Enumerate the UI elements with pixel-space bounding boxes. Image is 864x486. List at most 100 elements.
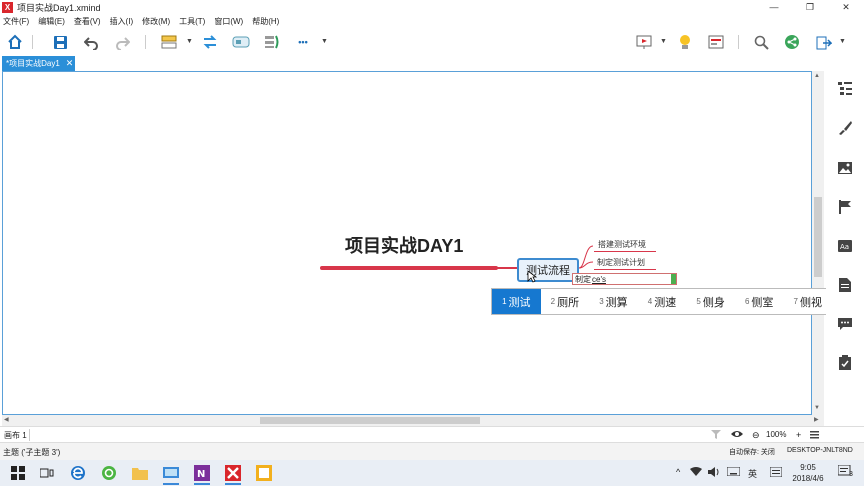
subtopic-test-plan[interactable]: 制定测试计划	[597, 257, 645, 268]
clock-date: 2018/4/6	[792, 474, 824, 483]
toolbar-separator	[738, 35, 739, 49]
360-browser-icon[interactable]	[99, 463, 119, 483]
undo-icon[interactable]	[81, 32, 101, 52]
zoom-level: 100%	[766, 430, 787, 439]
menu-window[interactable]: 窗口(W)	[214, 16, 243, 27]
toolbar-separator	[32, 35, 33, 49]
tab-project-day1[interactable]: *项目实战Day1 ✕	[2, 56, 75, 71]
ime-candidate-3[interactable]: 3 测算	[589, 289, 638, 314]
home-icon[interactable]	[5, 32, 25, 52]
tray-overflow-icon[interactable]: ^	[676, 467, 680, 477]
onenote-icon[interactable]: N	[192, 463, 212, 485]
tab-close-icon[interactable]: ✕	[66, 58, 74, 69]
zoom-in-button[interactable]: +	[796, 430, 801, 440]
sheet-bar: 画布 1 ⊖ 100% +	[0, 426, 864, 442]
idea-bulb-icon[interactable]	[675, 32, 695, 52]
sheet-tab[interactable]: 画布 1	[4, 430, 27, 441]
presentation-icon[interactable]	[634, 32, 654, 52]
ime-candidate-6[interactable]: 6 侧室	[735, 289, 784, 314]
menu-modify[interactable]: 修改(M)	[142, 16, 170, 27]
window-controls: — ❐ ✕	[756, 0, 864, 14]
status-selection: 主题 ('子主题 3')	[3, 448, 61, 457]
menu-bar: 文件(F) 编辑(E) 查看(V) 插入(I) 修改(M) 工具(T) 窗口(W…	[0, 14, 864, 28]
export-icon[interactable]	[814, 32, 834, 52]
wifi-icon[interactable]	[690, 467, 702, 479]
minimize-button[interactable]: —	[756, 0, 792, 14]
menu-file[interactable]: 文件(F)	[3, 16, 29, 27]
toolbar-separator	[145, 35, 146, 49]
clock-time: 9:05	[800, 463, 816, 472]
ime-candidate-4[interactable]: 4 测速	[638, 289, 687, 314]
layout-icon[interactable]	[706, 32, 726, 52]
topic-style-icon[interactable]	[159, 32, 179, 52]
image-icon[interactable]	[836, 159, 854, 177]
ime-candidate-5[interactable]: 5 侧身	[686, 289, 735, 314]
xmind-logo-icon: X	[2, 1, 13, 13]
menu-view[interactable]: 查看(V)	[74, 16, 101, 27]
scroll-left-icon[interactable]: ◀	[4, 416, 9, 423]
menu-tools[interactable]: 工具(T)	[179, 16, 205, 27]
share-icon[interactable]	[782, 32, 802, 52]
close-button[interactable]: ✕	[828, 0, 864, 14]
export-dropdown-icon[interactable]: ▼	[839, 38, 846, 45]
redo-icon[interactable]	[112, 32, 132, 52]
relationship-icon[interactable]	[200, 32, 220, 52]
svg-text:N: N	[197, 469, 205, 480]
keyboard-icon[interactable]	[726, 466, 741, 478]
subtopic-underline	[594, 269, 656, 270]
notes-icon[interactable]	[836, 276, 854, 294]
save-icon[interactable]	[50, 32, 70, 52]
mouse-cursor-icon	[527, 270, 537, 283]
screen-tool-icon[interactable]	[161, 463, 181, 485]
view-eye-icon[interactable]	[731, 430, 743, 440]
vertical-scroll-thumb[interactable]	[814, 197, 822, 277]
more-icon[interactable]: •••	[293, 32, 313, 52]
horizontal-scrollbar[interactable]: ◀ ▶	[2, 415, 824, 426]
ime-language-indicator[interactable]: 英	[748, 467, 757, 480]
ime-candidate-1[interactable]: 1 测试	[492, 289, 541, 314]
windows-start-icon[interactable]	[8, 463, 28, 483]
scroll-down-icon[interactable]: ▼	[814, 405, 820, 411]
comments-icon[interactable]	[836, 315, 854, 333]
speaker-icon[interactable]	[708, 467, 720, 479]
summary-icon[interactable]	[262, 32, 282, 52]
restore-button[interactable]: ❐	[792, 0, 828, 14]
fit-menu-icon[interactable]	[810, 430, 819, 441]
notification-center-icon[interactable]: 3	[837, 464, 854, 481]
title-bar: X 项目实战Day1.xmind — ❐ ✕	[0, 0, 864, 14]
edit-resize-handle[interactable]	[671, 274, 676, 284]
notes-app-icon[interactable]	[254, 463, 274, 483]
boundary-icon[interactable]	[231, 32, 251, 52]
horizontal-scroll-thumb[interactable]	[260, 417, 480, 424]
presentation-dropdown-icon[interactable]: ▼	[660, 38, 667, 45]
menu-help[interactable]: 帮助(H)	[252, 16, 279, 27]
more-dropdown-icon[interactable]: ▼	[321, 38, 328, 45]
subtopic-setup-env[interactable]: 搭建测试环境	[598, 239, 646, 250]
ime-mode-icon[interactable]	[769, 466, 783, 479]
scroll-up-icon[interactable]: ▲	[814, 73, 820, 79]
menu-insert[interactable]: 插入(I)	[110, 16, 134, 27]
ime-candidate-2[interactable]: 2 厕所	[541, 289, 590, 314]
format-brush-icon[interactable]	[836, 119, 854, 137]
vertical-scrollbar[interactable]: ▲ ▼	[812, 71, 824, 415]
search-icon[interactable]	[751, 32, 771, 52]
topic-edit-input[interactable]: 制定 ce's	[572, 273, 677, 285]
system-clock[interactable]: 9:05 2018/4/6	[790, 462, 826, 484]
scroll-right-icon[interactable]: ▶	[814, 416, 819, 423]
ime-candidate-7[interactable]: 7 侧视	[783, 289, 832, 314]
status-autosave[interactable]: 自动保存: 关闭	[729, 447, 775, 457]
central-topic[interactable]: 项目实战DAY1	[345, 232, 463, 258]
outline-icon[interactable]	[836, 79, 854, 97]
marker-flag-icon[interactable]	[836, 198, 854, 216]
text-style-icon[interactable]: Aa	[836, 237, 854, 255]
window-title: 项目实战Day1.xmind	[17, 2, 101, 13]
zoom-out-button[interactable]: ⊖	[752, 430, 760, 441]
file-explorer-icon[interactable]	[130, 463, 150, 483]
task-view-icon[interactable]	[37, 463, 57, 483]
menu-edit[interactable]: 编辑(E)	[38, 16, 65, 27]
filter-icon[interactable]	[711, 430, 721, 441]
topic-style-dropdown-icon[interactable]: ▼	[186, 38, 193, 45]
edge-browser-icon[interactable]	[68, 463, 88, 483]
xmind-taskbar-icon[interactable]	[223, 463, 243, 485]
task-icon[interactable]	[836, 354, 854, 372]
